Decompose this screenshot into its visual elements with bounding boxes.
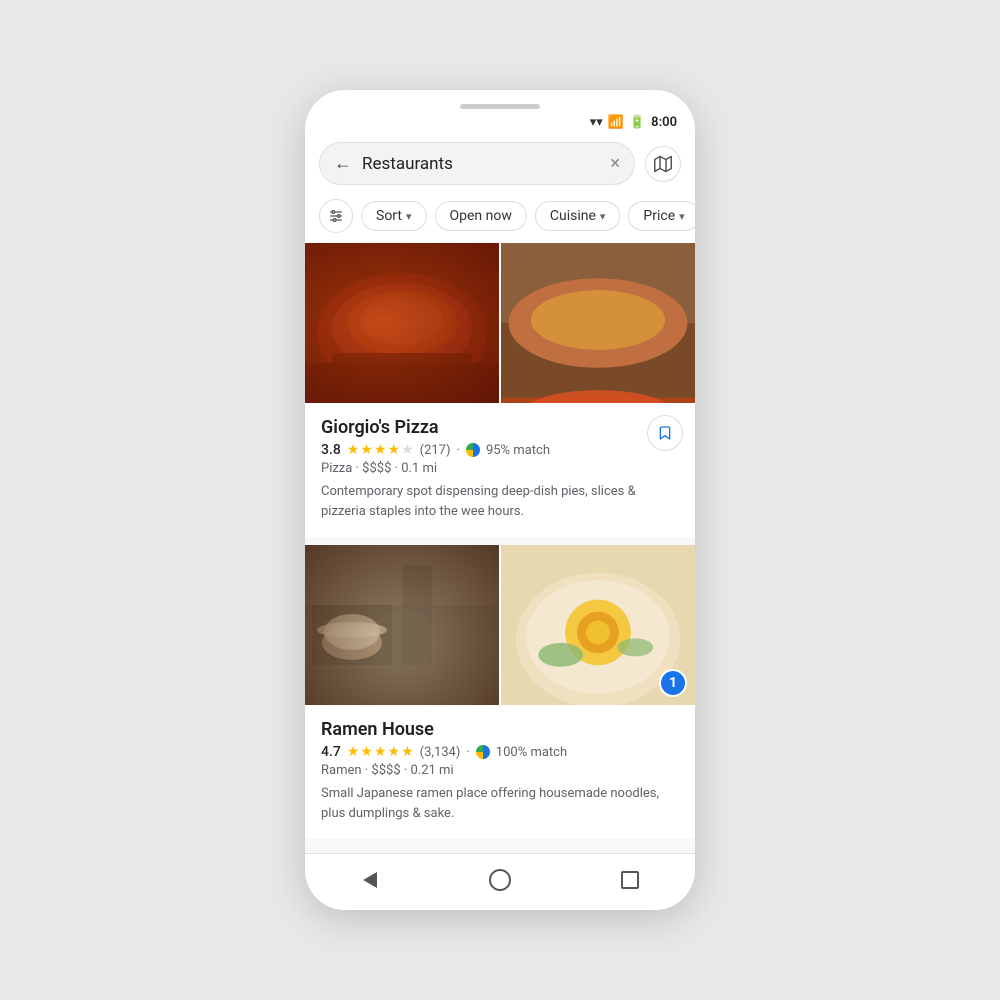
ramen-description: Small Japanese ramen place offering hous… xyxy=(321,784,679,823)
ramen-match-dot xyxy=(476,745,490,759)
wifi-icon: ▾▾ xyxy=(590,115,603,130)
cuisine-chevron-icon: ▾ xyxy=(600,210,606,223)
ramen-rating-row: 4.7 ★ ★ ★ ★ ★ (3,134) · 100% match xyxy=(321,744,679,760)
search-box[interactable]: ← Restaurants × xyxy=(319,142,635,185)
ramen-images: 1 xyxy=(305,545,695,705)
nav-back-button[interactable] xyxy=(356,866,384,894)
giorgios-image-right[interactable] xyxy=(501,243,695,403)
price-filter-chip[interactable]: Price ▾ xyxy=(628,201,695,231)
star-1: ★ xyxy=(347,744,360,760)
phone-frame: ▾▾ 📶 🔋 8:00 ← Restaurants × xyxy=(305,90,695,910)
ramen-name[interactable]: Ramen House xyxy=(321,719,679,740)
giorgios-match: 95% match xyxy=(486,443,550,458)
sort-filter-chip[interactable]: Sort ▾ xyxy=(361,201,427,231)
phone-notch xyxy=(305,90,695,109)
ramen-image-right[interactable]: 1 xyxy=(501,545,695,705)
ramen-rating: 4.7 xyxy=(321,744,341,760)
ramen-match: 100% match xyxy=(496,745,567,760)
giorgios-image-left[interactable] xyxy=(305,243,499,403)
nav-home-button[interactable] xyxy=(486,866,514,894)
back-button[interactable]: ← xyxy=(334,153,352,174)
status-bar: ▾▾ 📶 🔋 8:00 xyxy=(305,109,695,134)
restaurant-card-ramen: 1 Ramen House 4.7 ★ ★ ★ ★ ★ (3,134) · xyxy=(305,545,695,839)
search-bar: ← Restaurants × xyxy=(305,134,695,195)
dot-separator: · xyxy=(457,443,460,458)
signal-icon: 📶 xyxy=(608,115,624,130)
nav-recents-button[interactable] xyxy=(616,866,644,894)
results-list: Giorgio's Pizza 3.8 ★ ★ ★ ★ ★ (217) · 95… xyxy=(305,243,695,853)
giorgios-match-dot xyxy=(466,443,480,457)
ramen-meta: Ramen · $$$$ · 0.21 mi xyxy=(321,763,679,778)
ramen-stars: ★ ★ ★ ★ ★ xyxy=(347,744,414,760)
open-now-label: Open now xyxy=(450,208,512,224)
status-icons: ▾▾ 📶 🔋 xyxy=(590,115,645,130)
giorgios-meta: Pizza · $$$$ · 0.1 mi xyxy=(321,461,679,476)
star-5-half: ★ xyxy=(401,744,414,760)
home-circle-icon xyxy=(489,869,511,891)
restaurant-card-giorgios: Giorgio's Pizza 3.8 ★ ★ ★ ★ ★ (217) · 95… xyxy=(305,243,695,537)
clear-search-button[interactable]: × xyxy=(610,153,620,174)
ramen-image-left[interactable] xyxy=(305,545,499,705)
price-label: Price xyxy=(643,208,675,224)
giorgios-rating: 3.8 xyxy=(321,442,341,458)
battery-icon: 🔋 xyxy=(629,115,645,130)
star-3: ★ xyxy=(374,442,387,458)
filter-bar: Sort ▾ Open now Cuisine ▾ Price ▾ xyxy=(305,195,695,243)
giorgios-review-count: (217) xyxy=(420,443,451,458)
search-query: Restaurants xyxy=(362,154,600,174)
ramen-info: Ramen House 4.7 ★ ★ ★ ★ ★ (3,134) · 100%… xyxy=(305,705,695,839)
sort-label: Sort xyxy=(376,208,402,224)
sort-chevron-icon: ▾ xyxy=(406,210,412,223)
giorgios-description: Contemporary spot dispensing deep-dish p… xyxy=(321,482,679,521)
bottom-navigation xyxy=(305,853,695,910)
status-time: 8:00 xyxy=(651,115,677,130)
filter-settings-button[interactable] xyxy=(319,199,353,233)
star-2: ★ xyxy=(360,442,373,458)
ramen-review-count: (3,134) xyxy=(420,745,461,760)
star-2: ★ xyxy=(360,744,373,760)
ramen-badge: 1 xyxy=(659,669,687,697)
giorgios-images xyxy=(305,243,695,403)
giorgios-rating-row: 3.8 ★ ★ ★ ★ ★ (217) · 95% match xyxy=(321,442,679,458)
cuisine-filter-chip[interactable]: Cuisine ▾ xyxy=(535,201,621,231)
giorgios-save-button[interactable] xyxy=(647,415,683,451)
star-4: ★ xyxy=(388,744,401,760)
price-chevron-icon: ▾ xyxy=(679,210,685,223)
map-view-button[interactable] xyxy=(645,146,681,182)
giorgios-info: Giorgio's Pizza 3.8 ★ ★ ★ ★ ★ (217) · 95… xyxy=(305,403,695,537)
star-5-empty: ★ xyxy=(401,442,414,458)
open-now-filter-chip[interactable]: Open now xyxy=(435,201,527,231)
star-3: ★ xyxy=(374,744,387,760)
star-4-half: ★ xyxy=(388,442,401,458)
dot-separator-2: · xyxy=(466,745,469,760)
star-1: ★ xyxy=(347,442,360,458)
recents-square-icon xyxy=(621,871,639,889)
giorgios-stars: ★ ★ ★ ★ ★ xyxy=(347,442,414,458)
cuisine-label: Cuisine xyxy=(550,208,596,224)
giorgios-name[interactable]: Giorgio's Pizza xyxy=(321,417,679,438)
